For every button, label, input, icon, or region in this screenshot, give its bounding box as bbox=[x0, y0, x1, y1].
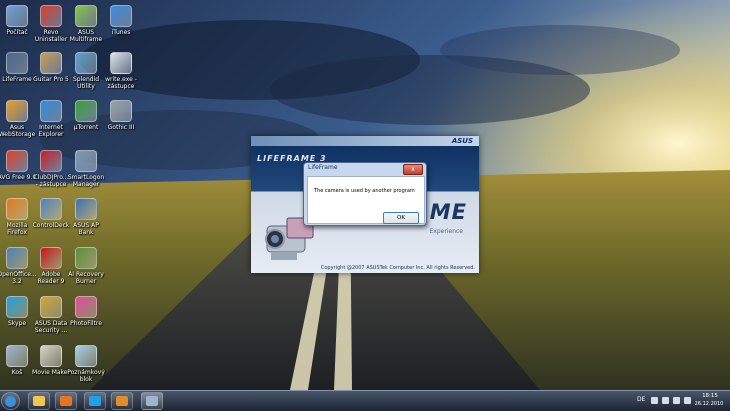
desktop-icon[interactable]: SmartLogon Manager bbox=[66, 150, 106, 188]
skype-icon bbox=[89, 396, 101, 406]
desktop-icon-label: µTorrent bbox=[73, 124, 99, 131]
computer-icon bbox=[6, 5, 28, 27]
controldeck-icon bbox=[40, 198, 62, 220]
desktop-icon-label: Internet Explorer bbox=[38, 124, 64, 138]
desktop-icon[interactable]: Guitar Pro 5 bbox=[31, 52, 71, 83]
taskbar: DE 18:15 26.12.2010 bbox=[0, 390, 730, 411]
lifeframe-icon bbox=[6, 52, 28, 74]
internet-explorer-icon bbox=[40, 100, 62, 122]
desktop-icon-label: ControlDeck bbox=[32, 222, 70, 229]
desktop-icon-label: PhotoFiltre bbox=[70, 320, 102, 327]
openoffice-icon bbox=[6, 247, 28, 269]
guitar-pro-icon bbox=[40, 52, 62, 74]
taskbar-button[interactable] bbox=[111, 392, 133, 410]
desktop-icon[interactable]: Poznámkový blok bbox=[66, 345, 106, 383]
asus-ap-bank-icon bbox=[75, 198, 97, 220]
network-icon[interactable] bbox=[673, 397, 680, 404]
dialog-close-button[interactable]: x bbox=[403, 164, 423, 175]
ok-button[interactable]: OK bbox=[383, 212, 419, 224]
desktop-icon[interactable]: Movie Maker bbox=[31, 345, 71, 376]
desktop-icon-label: ASUS AP Bank bbox=[73, 222, 99, 236]
desktop-icon[interactable]: ControlDeck bbox=[31, 198, 71, 229]
splash-tagline: Experience bbox=[429, 228, 463, 235]
media-player-icon bbox=[116, 396, 128, 406]
asus-multiframe-icon bbox=[75, 5, 97, 27]
lifeframe-error-dialog: LifeFrame x The camera is used by anothe… bbox=[303, 162, 427, 226]
lifeframe-icon bbox=[146, 396, 158, 406]
desktop-icon-label: AI Recovery Burner bbox=[68, 271, 104, 285]
desktop-icon[interactable]: µTorrent bbox=[66, 100, 106, 131]
desktop-icon-label: ClubDJPro... - zástupce bbox=[33, 174, 69, 188]
revo-uninstaller-icon bbox=[40, 5, 62, 27]
desktop-icon-label: Gothic III bbox=[107, 124, 135, 131]
notepad-icon bbox=[75, 345, 97, 367]
desktop-icon[interactable]: ASUS Data Security ... bbox=[31, 296, 71, 334]
windows-start-icon bbox=[5, 396, 16, 407]
clock-time[interactable]: 18:15 bbox=[695, 393, 725, 400]
splash-topbar bbox=[251, 136, 479, 146]
clock-date[interactable]: 26.12.2010 bbox=[691, 401, 727, 408]
ai-recovery-icon bbox=[75, 247, 97, 269]
desktop-icon[interactable]: iTunes bbox=[101, 5, 141, 36]
desktop-icon[interactable]: Adobe Reader 9 bbox=[31, 247, 71, 285]
recycle-bin-icon bbox=[6, 345, 28, 367]
start-button[interactable] bbox=[1, 392, 20, 410]
desktop-icon[interactable]: write.exe - zástupce bbox=[101, 52, 141, 90]
dialog-body: The camera is used by another program OK bbox=[307, 176, 425, 224]
desktop-icon[interactable]: Gothic III bbox=[101, 100, 141, 131]
write-icon bbox=[110, 52, 132, 74]
tray-arrow-icon[interactable] bbox=[651, 397, 658, 404]
movie-maker-icon bbox=[40, 345, 62, 367]
desktop-icon-label: write.exe - zástupce bbox=[105, 76, 137, 90]
desktop-icon-label: Revo Uninstaller bbox=[34, 29, 68, 43]
asus-logo: ASUS bbox=[451, 137, 473, 145]
desktop-icon[interactable]: Splendid Utility bbox=[66, 52, 106, 90]
firefox-icon bbox=[60, 396, 72, 406]
gothic-icon bbox=[110, 100, 132, 122]
adobe-reader-icon bbox=[40, 247, 62, 269]
language-indicator[interactable]: DE bbox=[637, 396, 645, 403]
firefox-icon bbox=[6, 198, 28, 220]
taskbar-button[interactable] bbox=[141, 392, 163, 410]
desktop-icon[interactable]: AI Recovery Burner bbox=[66, 247, 106, 285]
itunes-icon bbox=[110, 5, 132, 27]
desktop-icon[interactable]: Internet Explorer bbox=[31, 100, 71, 138]
photofiltre-icon bbox=[75, 296, 97, 318]
dialog-title: LifeFrame bbox=[308, 164, 338, 171]
clubdj-icon bbox=[40, 150, 62, 172]
desktop-icon-label: ASUS Data Security ... bbox=[34, 320, 68, 334]
desktop-icon-label: iTunes bbox=[111, 29, 131, 36]
desktop-icon-label: Poznámkový blok bbox=[67, 369, 105, 383]
splash-copyright: Copyright @2007 ASUSTek Computer Inc. Al… bbox=[320, 265, 475, 271]
taskbar-button[interactable] bbox=[28, 392, 50, 410]
desktop-icon-label: Guitar Pro 5 bbox=[33, 76, 69, 83]
volume-icon[interactable] bbox=[662, 397, 669, 404]
splendid-utility-icon bbox=[75, 52, 97, 74]
avg-icon bbox=[6, 150, 28, 172]
desktop-icon-label: SmartLogon Manager bbox=[67, 174, 105, 188]
asus-webstorage-icon bbox=[6, 100, 28, 122]
desktop-icon[interactable]: ASUS Multiframe bbox=[66, 5, 106, 43]
explorer-folder-icon bbox=[33, 396, 45, 406]
desktop-icon[interactable]: Revo Uninstaller bbox=[31, 5, 71, 43]
utorrent-icon bbox=[75, 100, 97, 122]
skype-icon bbox=[6, 296, 28, 318]
desktop-icon-label: Adobe Reader 9 bbox=[37, 271, 65, 285]
desktop-icon[interactable]: ClubDJPro... - zástupce bbox=[31, 150, 71, 188]
desktop-icon[interactable]: ASUS AP Bank bbox=[66, 198, 106, 236]
desktop-icon-label: Splendid Utility bbox=[72, 76, 100, 90]
taskbar-button[interactable] bbox=[55, 392, 77, 410]
desktop-icon-label: ASUS Multiframe bbox=[69, 29, 103, 43]
desktop-icon-label: Movie Maker bbox=[32, 369, 70, 376]
desktop-icon[interactable]: PhotoFiltre bbox=[66, 296, 106, 327]
smartlogon-icon bbox=[75, 150, 97, 172]
asus-data-security-icon bbox=[40, 296, 62, 318]
dialog-message: The camera is used by another program bbox=[314, 188, 415, 194]
action-center-icon[interactable] bbox=[684, 397, 691, 404]
taskbar-button[interactable] bbox=[84, 392, 106, 410]
